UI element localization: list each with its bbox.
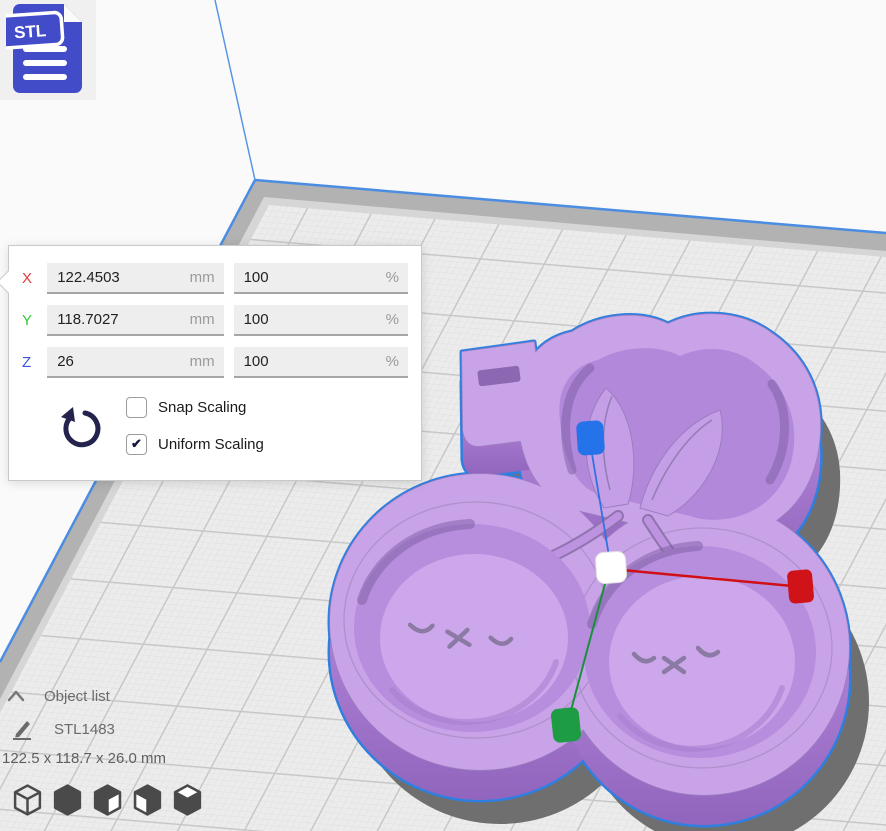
view-right-icon: [172, 783, 203, 817]
reset-icon: [58, 407, 102, 455]
view-left-button[interactable]: [132, 783, 163, 817]
left-cherry-cavity: [354, 524, 590, 732]
cura-window: STL X mm % Y mm %: [0, 0, 886, 831]
scale-y-percent-input[interactable]: [234, 305, 408, 334]
view-3d-button[interactable]: [12, 783, 43, 817]
view-top-button[interactable]: [92, 783, 123, 817]
pencil-icon: [10, 717, 34, 741]
view-top-icon: [92, 783, 123, 817]
scale-row-z: Z mm %: [22, 347, 408, 378]
object-list-item-name: STL1483: [54, 721, 115, 738]
scale-row-x: X mm %: [22, 263, 408, 294]
snap-scaling-box[interactable]: [126, 397, 147, 418]
chevron-up-icon: [6, 688, 26, 704]
scale-y-mm-input[interactable]: [47, 305, 223, 334]
camera-view-toolbar: [12, 783, 203, 817]
uniform-scaling-checkbox[interactable]: ✔ Uniform Scaling: [126, 432, 264, 456]
reset-scale-button[interactable]: [58, 407, 102, 455]
scale-z-percent-input[interactable]: [234, 347, 408, 376]
view-right-button[interactable]: [172, 783, 203, 817]
snap-scaling-label: Snap Scaling: [158, 399, 246, 416]
axis-y-label: Y: [22, 312, 47, 329]
object-list-item[interactable]: STL1483: [10, 716, 286, 742]
scale-x-mm-input[interactable]: [47, 263, 223, 292]
gizmo-x-handle[interactable]: [787, 569, 815, 604]
stl-file-button[interactable]: STL: [0, 0, 96, 100]
uniform-scaling-box[interactable]: ✔: [126, 434, 147, 455]
scale-tool-panel: X mm % Y mm % Z mm: [8, 245, 422, 481]
object-list-header[interactable]: Object list: [6, 684, 286, 708]
gizmo-y-handle[interactable]: [550, 707, 581, 744]
object-list-title: Object list: [44, 688, 110, 705]
gizmo-z-handle[interactable]: [576, 420, 605, 456]
uniform-scaling-label: Uniform Scaling: [158, 436, 264, 453]
view-front-button[interactable]: [52, 783, 83, 817]
model-dimensions-readout: 122.5 x 118.7 x 26.0 mm: [2, 750, 166, 767]
view-front-icon: [52, 783, 83, 817]
view-left-icon: [132, 783, 163, 817]
scale-z-mm-input[interactable]: [47, 347, 223, 376]
axis-z-label: Z: [22, 354, 47, 371]
scale-row-y: Y mm %: [22, 305, 408, 336]
gizmo-center-handle[interactable]: [595, 551, 627, 584]
view-3d-icon: [12, 783, 43, 817]
axis-x-label: X: [22, 270, 47, 287]
snap-scaling-checkbox[interactable]: Snap Scaling: [126, 395, 246, 419]
scale-x-percent-input[interactable]: [234, 263, 408, 292]
stl-badge-label: STL: [13, 21, 46, 42]
object-list-panel: Object list STL1483: [6, 684, 286, 742]
stl-file-icon: STL: [6, 2, 92, 98]
